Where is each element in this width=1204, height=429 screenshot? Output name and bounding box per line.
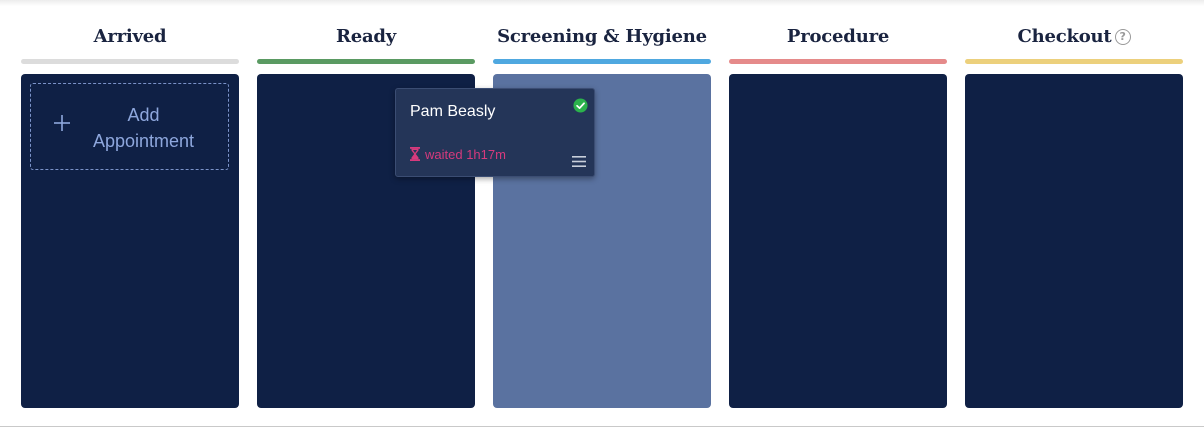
hourglass-icon	[410, 147, 420, 161]
column-color-bar	[493, 59, 711, 64]
help-circle-icon[interactable]: ?	[1114, 29, 1131, 45]
wait-status: waited 1h17m	[410, 147, 506, 162]
column-dropzone[interactable]	[729, 74, 947, 408]
column-arrived: Arrived Add Appointment	[21, 0, 239, 409]
appointment-card[interactable]: Pam Beasly waited 1h17m	[395, 88, 595, 177]
column-color-bar	[729, 59, 947, 64]
column-color-bar	[21, 59, 239, 64]
column-ready: Ready	[257, 0, 475, 409]
patient-name: Pam Beasly	[410, 103, 496, 120]
column-title: Procedure	[786, 26, 890, 47]
add-appointment-button[interactable]: Add Appointment	[30, 83, 229, 170]
column-checkout: Checkout?	[965, 0, 1183, 409]
plus-icon	[54, 115, 70, 131]
column-color-bar	[257, 59, 475, 64]
add-appointment-label: Add Appointment	[92, 105, 195, 151]
column-title: Screening & Hygiene	[497, 26, 707, 47]
column-dropzone[interactable]: Add Appointment	[21, 74, 239, 408]
column-title: Checkout	[1017, 26, 1112, 47]
column-color-bar	[965, 59, 1183, 64]
column-procedure: Procedure	[729, 0, 947, 409]
appointment-board: Arrived Add Appointment Ready Screening …	[0, 0, 1204, 429]
check-circle-icon	[573, 98, 588, 113]
column-dropzone[interactable]	[965, 74, 1183, 408]
menu-icon[interactable]	[572, 156, 586, 167]
column-title: Ready	[335, 26, 397, 47]
bottom-divider	[0, 426, 1204, 427]
column-title: Arrived	[93, 26, 167, 47]
column-title-wrapper: Checkout?	[965, 26, 1183, 47]
column-screening-hygiene: Screening & Hygiene	[493, 0, 711, 409]
wait-text: waited 1h17m	[425, 147, 506, 162]
